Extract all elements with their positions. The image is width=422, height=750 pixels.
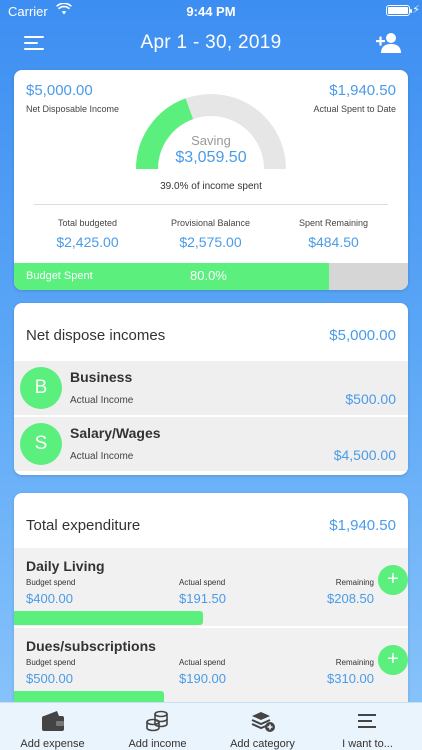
expenditure-card: Total expenditure $1,940.50 Daily Living…: [14, 493, 408, 713]
actual-spent-value: $1,940.50: [329, 82, 396, 99]
provisional-balance-stat: Provisional Balance $2,575.00: [145, 218, 276, 250]
summary-card: $5,000.00 Net Disposable Income $1,940.5…: [14, 70, 408, 290]
actual-spend-value: $190.00: [179, 671, 226, 686]
saving-value: $3,059.50: [175, 149, 247, 166]
status-bar: Carrier 9:44 PM ⚡: [0, 0, 422, 22]
provisional-balance-value: $2,575.00: [179, 234, 242, 250]
expense-name: Dues/subscriptions: [26, 638, 156, 654]
budget-spend-value: $400.00: [26, 591, 73, 606]
income-card: Net dispose incomes $5,000.00 B Business…: [14, 303, 408, 475]
income-sub-label: Actual Income: [70, 451, 134, 462]
avatar: S: [20, 423, 62, 465]
tab-i-want-to[interactable]: I want to...: [315, 703, 420, 750]
income-name: Business: [70, 369, 133, 385]
income-header[interactable]: Net dispose incomes $5,000.00: [14, 303, 408, 361]
clock: 9:44 PM: [186, 4, 236, 19]
budget-spend-label: Budget spend: [26, 578, 76, 587]
tab-add-category[interactable]: Add category: [210, 703, 315, 750]
budget-spent-bar: Budget Spent 80.0%: [14, 263, 408, 290]
expense-item-dues-subscriptions[interactable]: Dues/subscriptions Budget spend $500.00 …: [14, 628, 408, 706]
provisional-balance-label: Provisional Balance: [170, 218, 251, 228]
charging-icon: ⚡: [412, 4, 420, 16]
net-income-label: Net Disposable Income: [26, 104, 120, 114]
actual-spent-label: Actual Spent to Date: [313, 104, 396, 114]
period-title[interactable]: Apr 1 - 30, 2019: [0, 32, 422, 54]
wallet-icon: [40, 709, 66, 733]
add-expense-plus-icon[interactable]: +: [378, 645, 408, 675]
budget-spent-percent: 80.0%: [190, 268, 227, 283]
spent-remaining-stat: Spent Remaining $484.50: [268, 218, 399, 250]
spent-remaining-label: Spent Remaining: [298, 218, 369, 228]
add-expense-plus-icon[interactable]: +: [378, 565, 408, 595]
tab-label: Add category: [230, 738, 295, 750]
actual-spend-label: Actual spend: [179, 658, 226, 667]
income-header-value: $5,000.00: [329, 327, 396, 344]
remaining-label: Remaining: [335, 578, 374, 587]
total-budgeted-label: Total budgeted: [57, 218, 118, 228]
battery-icon: [386, 5, 412, 16]
income-item-business[interactable]: B Business Actual Income $500.00: [14, 361, 408, 415]
budget-spend-label: Budget spend: [26, 658, 76, 667]
divider: [34, 204, 388, 205]
saving-label: Saving: [191, 133, 231, 148]
list-icon: [355, 709, 381, 733]
income-amount: $4,500.00: [333, 447, 396, 463]
total-budgeted-stat: Total budgeted $2,425.00: [22, 218, 153, 250]
tab-label: I want to...: [342, 738, 393, 750]
remaining-value: $310.00: [327, 671, 374, 686]
expenditure-header-label: Total expenditure: [26, 517, 141, 534]
avatar: B: [20, 367, 62, 409]
income-name: Salary/Wages: [70, 425, 161, 441]
budget-spend-value: $500.00: [26, 671, 73, 686]
expense-progress-bar: [14, 611, 203, 625]
nav-bar: Apr 1 - 30, 2019: [0, 26, 422, 62]
tab-add-expense[interactable]: Add expense: [0, 703, 105, 750]
income-sub-label: Actual Income: [70, 395, 134, 406]
income-item-salary[interactable]: S Salary/Wages Actual Income $4,500.00: [14, 417, 408, 471]
layers-icon: [250, 709, 276, 733]
total-budgeted-value: $2,425.00: [56, 234, 119, 250]
budget-spent-label: Budget Spent: [26, 270, 93, 282]
tab-label: Add expense: [20, 738, 85, 750]
expense-item-daily-living[interactable]: Daily Living Budget spend $400.00 Actual…: [14, 548, 408, 626]
income-header-label: Net dispose incomes: [26, 327, 166, 344]
spent-remaining-value: $484.50: [308, 234, 359, 250]
expenditure-header-value: $1,940.50: [329, 517, 396, 534]
tab-add-income[interactable]: Add income: [105, 703, 210, 750]
actual-spend-value: $191.50: [179, 591, 226, 606]
tab-label: Add income: [128, 738, 187, 750]
expenditure-header[interactable]: Total expenditure $1,940.50: [14, 493, 408, 551]
remaining-value: $208.50: [327, 591, 374, 606]
add-user-icon[interactable]: [376, 31, 402, 55]
bottom-tab-bar: Add expense Add income Add category I wa…: [0, 702, 422, 750]
coins-icon: [145, 709, 171, 733]
income-amount: $500.00: [345, 391, 396, 407]
actual-spend-label: Actual spend: [179, 578, 226, 587]
expense-name: Daily Living: [26, 558, 105, 574]
net-income-value: $5,000.00: [26, 82, 93, 99]
remaining-label: Remaining: [335, 658, 374, 667]
percent-spent-text: 39.0% of income spent: [160, 181, 262, 192]
